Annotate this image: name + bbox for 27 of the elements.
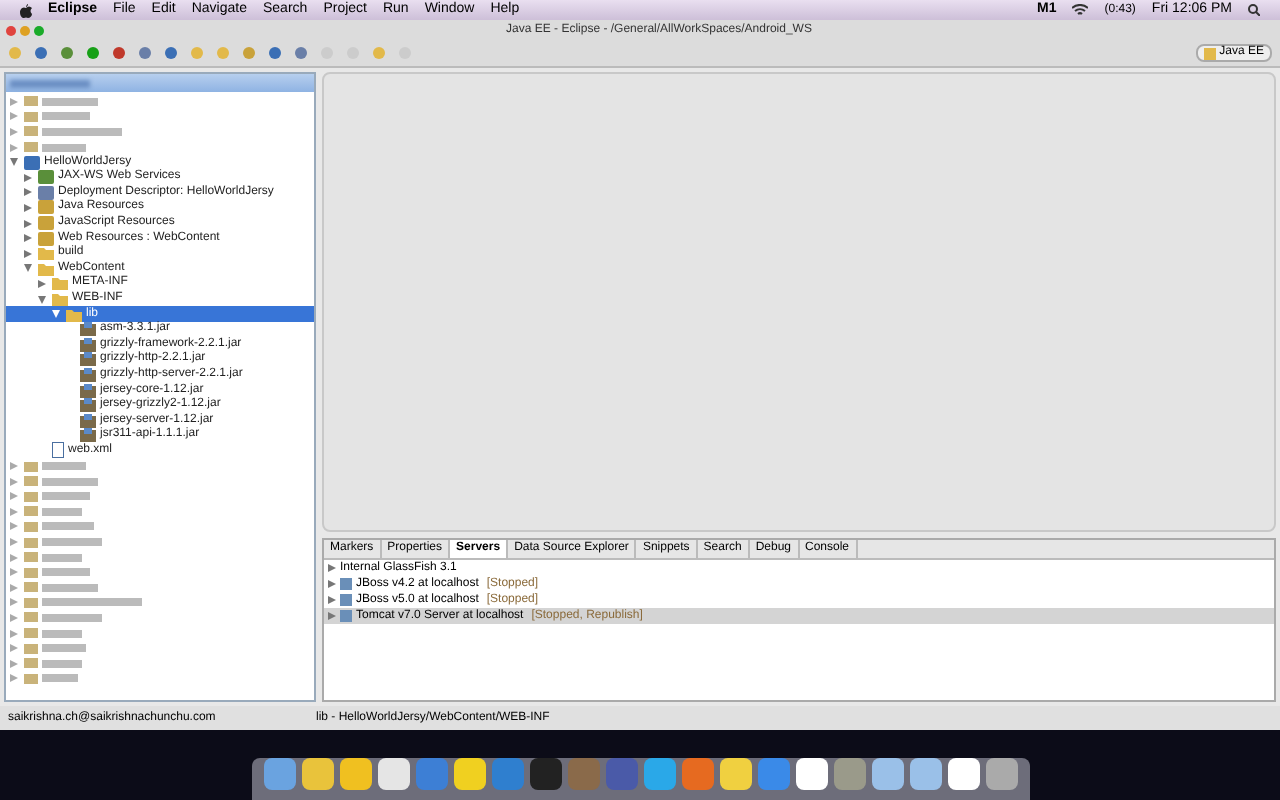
wifi-icon[interactable]: [1072, 4, 1089, 16]
perspective-icon: [1203, 47, 1216, 59]
blurred-tree-item: [24, 597, 142, 608]
minimize-window-button[interactable]: [20, 25, 30, 35]
blurred-tree-item: [24, 491, 90, 502]
blurred-tree-item: [24, 537, 102, 548]
blurred-tree-item: [24, 643, 86, 654]
blurred-tree-item: [24, 142, 86, 153]
blurred-tree-item: [24, 476, 98, 487]
blurred-tree-item: [24, 461, 86, 472]
blurred-tree-item: [24, 582, 98, 593]
blurred-tree-item: [24, 628, 82, 639]
file-icon: [52, 442, 64, 459]
blurred-tree-item: [24, 658, 82, 669]
blurred-tree-item: [24, 612, 102, 623]
blurred-tree-item: [24, 521, 94, 532]
blurred-tree-item: [24, 96, 98, 107]
blurred-tree-item: [24, 567, 90, 578]
search-icon[interactable]: [1248, 4, 1260, 16]
close-window-button[interactable]: [6, 25, 16, 35]
zoom-window-button[interactable]: [34, 25, 44, 35]
blurred-tree-item: [24, 552, 82, 563]
apple-logo-icon[interactable]: [20, 3, 32, 17]
blurred-tree-item: [24, 673, 78, 684]
blurred-tree-item: [24, 126, 122, 137]
blurred-tree-item: [24, 111, 90, 122]
blurred-tree-item: [24, 506, 82, 517]
